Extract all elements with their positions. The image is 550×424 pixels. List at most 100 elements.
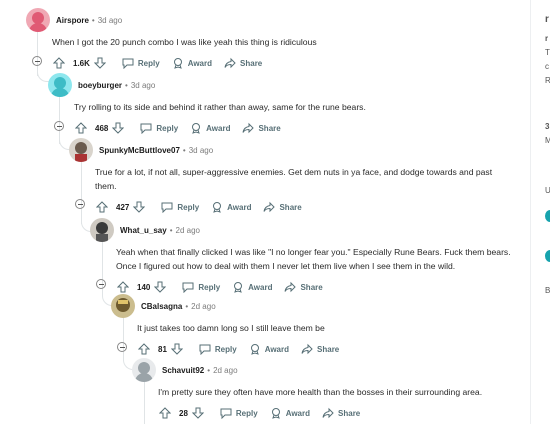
award-icon: [271, 408, 280, 419]
separator: •: [125, 80, 128, 90]
reply-button[interactable]: Reply: [161, 201, 199, 213]
comment-header: CBalsagna • 2d ago: [111, 294, 526, 318]
award-label: Award: [264, 344, 290, 354]
reply-icon: [199, 344, 211, 355]
reply-label: Reply: [198, 282, 221, 292]
community-icon[interactable]: [545, 250, 550, 262]
comment-airspore: Airspore • 3d ago When I got the 20 punc…: [26, 8, 526, 73]
right-sidebar: r r T c R 3 M U B: [530, 0, 550, 424]
award-button[interactable]: Award: [232, 281, 272, 293]
comment-header: Schavuit92 • 2d ago: [132, 358, 526, 382]
reply-label: Reply: [235, 408, 258, 418]
avatar[interactable]: [26, 8, 50, 32]
comment-header: SpunkyMcButtlove07 • 3d ago: [69, 138, 526, 162]
vote-group: 427: [96, 201, 149, 213]
separator: •: [169, 225, 173, 235]
collapse-button[interactable]: [96, 279, 106, 289]
vote-count: 468: [95, 123, 109, 133]
vote-group: 81: [138, 343, 187, 355]
award-button[interactable]: Award: [270, 407, 310, 419]
comment-what-u-say: What_u_say • 2d ago Yeah when that final…: [90, 218, 526, 297]
share-icon: [263, 201, 276, 213]
vote-count: 81: [158, 344, 167, 354]
award-icon: [192, 123, 201, 134]
award-label: Award: [285, 408, 311, 418]
share-button[interactable]: Share: [301, 343, 339, 355]
avatar[interactable]: [90, 218, 114, 242]
avatar[interactable]: [69, 138, 93, 162]
timestamp[interactable]: 2d ago: [191, 302, 215, 311]
downvote-icon[interactable]: [93, 57, 106, 69]
sidebar-fragment: r: [545, 14, 549, 25]
award-button[interactable]: Award: [190, 122, 230, 134]
collapse-button[interactable]: [54, 121, 64, 131]
reply-label: Reply: [137, 58, 160, 68]
timestamp[interactable]: 2d ago: [213, 366, 237, 375]
username[interactable]: What_u_say: [120, 226, 167, 235]
upvote-icon[interactable]: [159, 407, 171, 419]
comment-header: boeyburger • 3d ago: [48, 73, 526, 97]
timestamp[interactable]: 3d ago: [189, 146, 213, 155]
timestamp[interactable]: 3d ago: [131, 81, 155, 90]
downvote-icon[interactable]: [112, 122, 125, 134]
upvote-icon[interactable]: [117, 281, 129, 293]
comment-text: When I got the 20 punch combo I was like…: [52, 37, 317, 47]
upvote-icon[interactable]: [96, 201, 108, 213]
avatar[interactable]: [48, 73, 72, 97]
comment-actions: 427 Reply Award Share: [74, 197, 526, 217]
share-icon: [301, 343, 313, 355]
comment-spunkymcbuttlove07: SpunkyMcButtlove07 • 3d ago True for a l…: [69, 138, 526, 217]
award-icon: [213, 202, 222, 213]
avatar[interactable]: [111, 294, 135, 318]
username[interactable]: SpunkyMcButtlove07: [99, 146, 180, 155]
share-button[interactable]: Share: [284, 281, 323, 293]
timestamp[interactable]: 2d ago: [176, 226, 200, 235]
reply-label: Reply: [156, 123, 179, 133]
award-label: Award: [187, 58, 213, 68]
collapse-button[interactable]: [117, 342, 127, 352]
award-icon: [234, 282, 243, 293]
downvote-icon[interactable]: [154, 281, 167, 293]
downvote-icon[interactable]: [170, 343, 183, 355]
upvote-icon[interactable]: [138, 343, 150, 355]
comment-actions: 81 Reply Award Share: [116, 339, 526, 359]
reply-button[interactable]: Reply: [140, 122, 178, 134]
separator: •: [91, 15, 95, 25]
vote-group: 468: [75, 122, 128, 134]
timestamp[interactable]: 3d ago: [98, 16, 122, 25]
community-icon[interactable]: [545, 210, 550, 222]
collapse-button[interactable]: [75, 199, 85, 209]
downvote-icon[interactable]: [191, 407, 204, 419]
avatar[interactable]: [132, 358, 156, 382]
collapse-button[interactable]: [32, 56, 42, 66]
award-button[interactable]: Award: [172, 57, 212, 69]
share-button[interactable]: Share: [322, 407, 360, 419]
reply-button[interactable]: Reply: [122, 57, 160, 69]
award-icon: [173, 58, 182, 69]
username[interactable]: Schavuit92: [162, 366, 204, 375]
sidebar-fragment: M: [545, 136, 550, 145]
reply-button[interactable]: Reply: [199, 343, 237, 355]
sidebar-fragment: c: [545, 62, 549, 71]
award-label: Award: [206, 123, 231, 133]
reply-button[interactable]: Reply: [220, 407, 258, 419]
share-button[interactable]: Share: [263, 201, 302, 213]
comment-actions: 1.6K Reply Award Share: [31, 53, 526, 73]
sidebar-fragment: T: [545, 48, 550, 57]
reply-icon: [140, 123, 152, 134]
share-label: Share: [258, 123, 281, 133]
share-button[interactable]: Share: [242, 122, 281, 134]
share-button[interactable]: Share: [224, 57, 262, 69]
username[interactable]: CBalsagna: [141, 302, 182, 311]
upvote-icon[interactable]: [75, 122, 87, 134]
reply-icon: [161, 202, 173, 213]
downvote-icon[interactable]: [133, 201, 146, 213]
username[interactable]: boeyburger: [78, 81, 122, 90]
reply-label: Reply: [177, 202, 200, 212]
username[interactable]: Airspore: [56, 16, 89, 25]
award-button[interactable]: Award: [249, 343, 289, 355]
upvote-icon[interactable]: [53, 57, 65, 69]
share-label: Share: [338, 408, 361, 418]
award-button[interactable]: Award: [211, 201, 251, 213]
reply-button[interactable]: Reply: [182, 281, 220, 293]
